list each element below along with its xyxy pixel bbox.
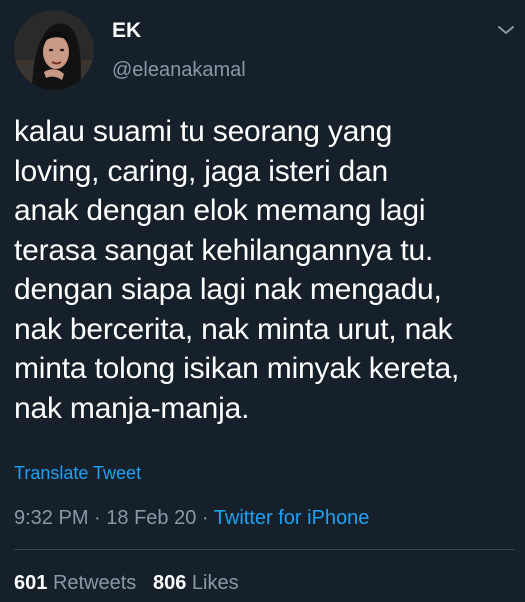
- likes-count: 806: [152, 572, 187, 594]
- tweet-text-line: terasa sangat kehilangannya tu.: [14, 233, 434, 267]
- tweet-text-line: minta tolong isikan minyak kereta,: [14, 352, 460, 385]
- tweet-text-line: nak manja-manja.: [14, 391, 250, 425]
- tweet-time[interactable]: 9:32 PM: [14, 507, 88, 529]
- tweet-date[interactable]: 18 Feb 20: [106, 507, 196, 529]
- tweet-text-line: nak bercerita, nak minta urut, nak: [14, 312, 453, 346]
- tweet-text: kalau suami tu seorang yang loving, cari…: [14, 112, 514, 428]
- tweet-text-line: dengan siapa lagi nak mengadu,: [14, 273, 442, 306]
- translate-tweet-link[interactable]: Translate Tweet: [14, 462, 141, 484]
- retweets-stat[interactable]: 601 Retweets: [14, 572, 136, 594]
- likes-stat[interactable]: 806 Likes: [153, 572, 239, 594]
- divider: [14, 549, 515, 550]
- likes-label: Likes: [191, 572, 239, 594]
- avatar-image: [14, 10, 94, 90]
- tweet-stats: 601 Retweets 806 Likes: [14, 570, 239, 596]
- tweet-source-link[interactable]: Twitter for iPhone: [214, 507, 370, 529]
- tweet-text-line: kalau suami tu seorang yang: [14, 115, 393, 148]
- avatar[interactable]: [14, 10, 94, 90]
- tweet-card: EK @eleanakamal kalau suami tu seorang y…: [0, 0, 525, 602]
- tweet-meta: 9:32 PM · 18 Feb 20 · Twitter for iPhone: [14, 505, 369, 531]
- retweets-count: 601: [14, 572, 48, 594]
- author-handle[interactable]: @eleanakamal: [112, 58, 246, 82]
- author-name[interactable]: EK: [112, 18, 141, 44]
- chevron-down-icon[interactable]: [495, 22, 517, 38]
- tweet-text-line: anak dengan elok memang lagi: [14, 194, 426, 227]
- retweets-label: Retweets: [52, 572, 137, 594]
- tweet-text-line: loving, caring, jaga isteri dan: [14, 154, 389, 188]
- meta-separator: ·: [201, 507, 209, 529]
- meta-separator: ·: [94, 507, 101, 529]
